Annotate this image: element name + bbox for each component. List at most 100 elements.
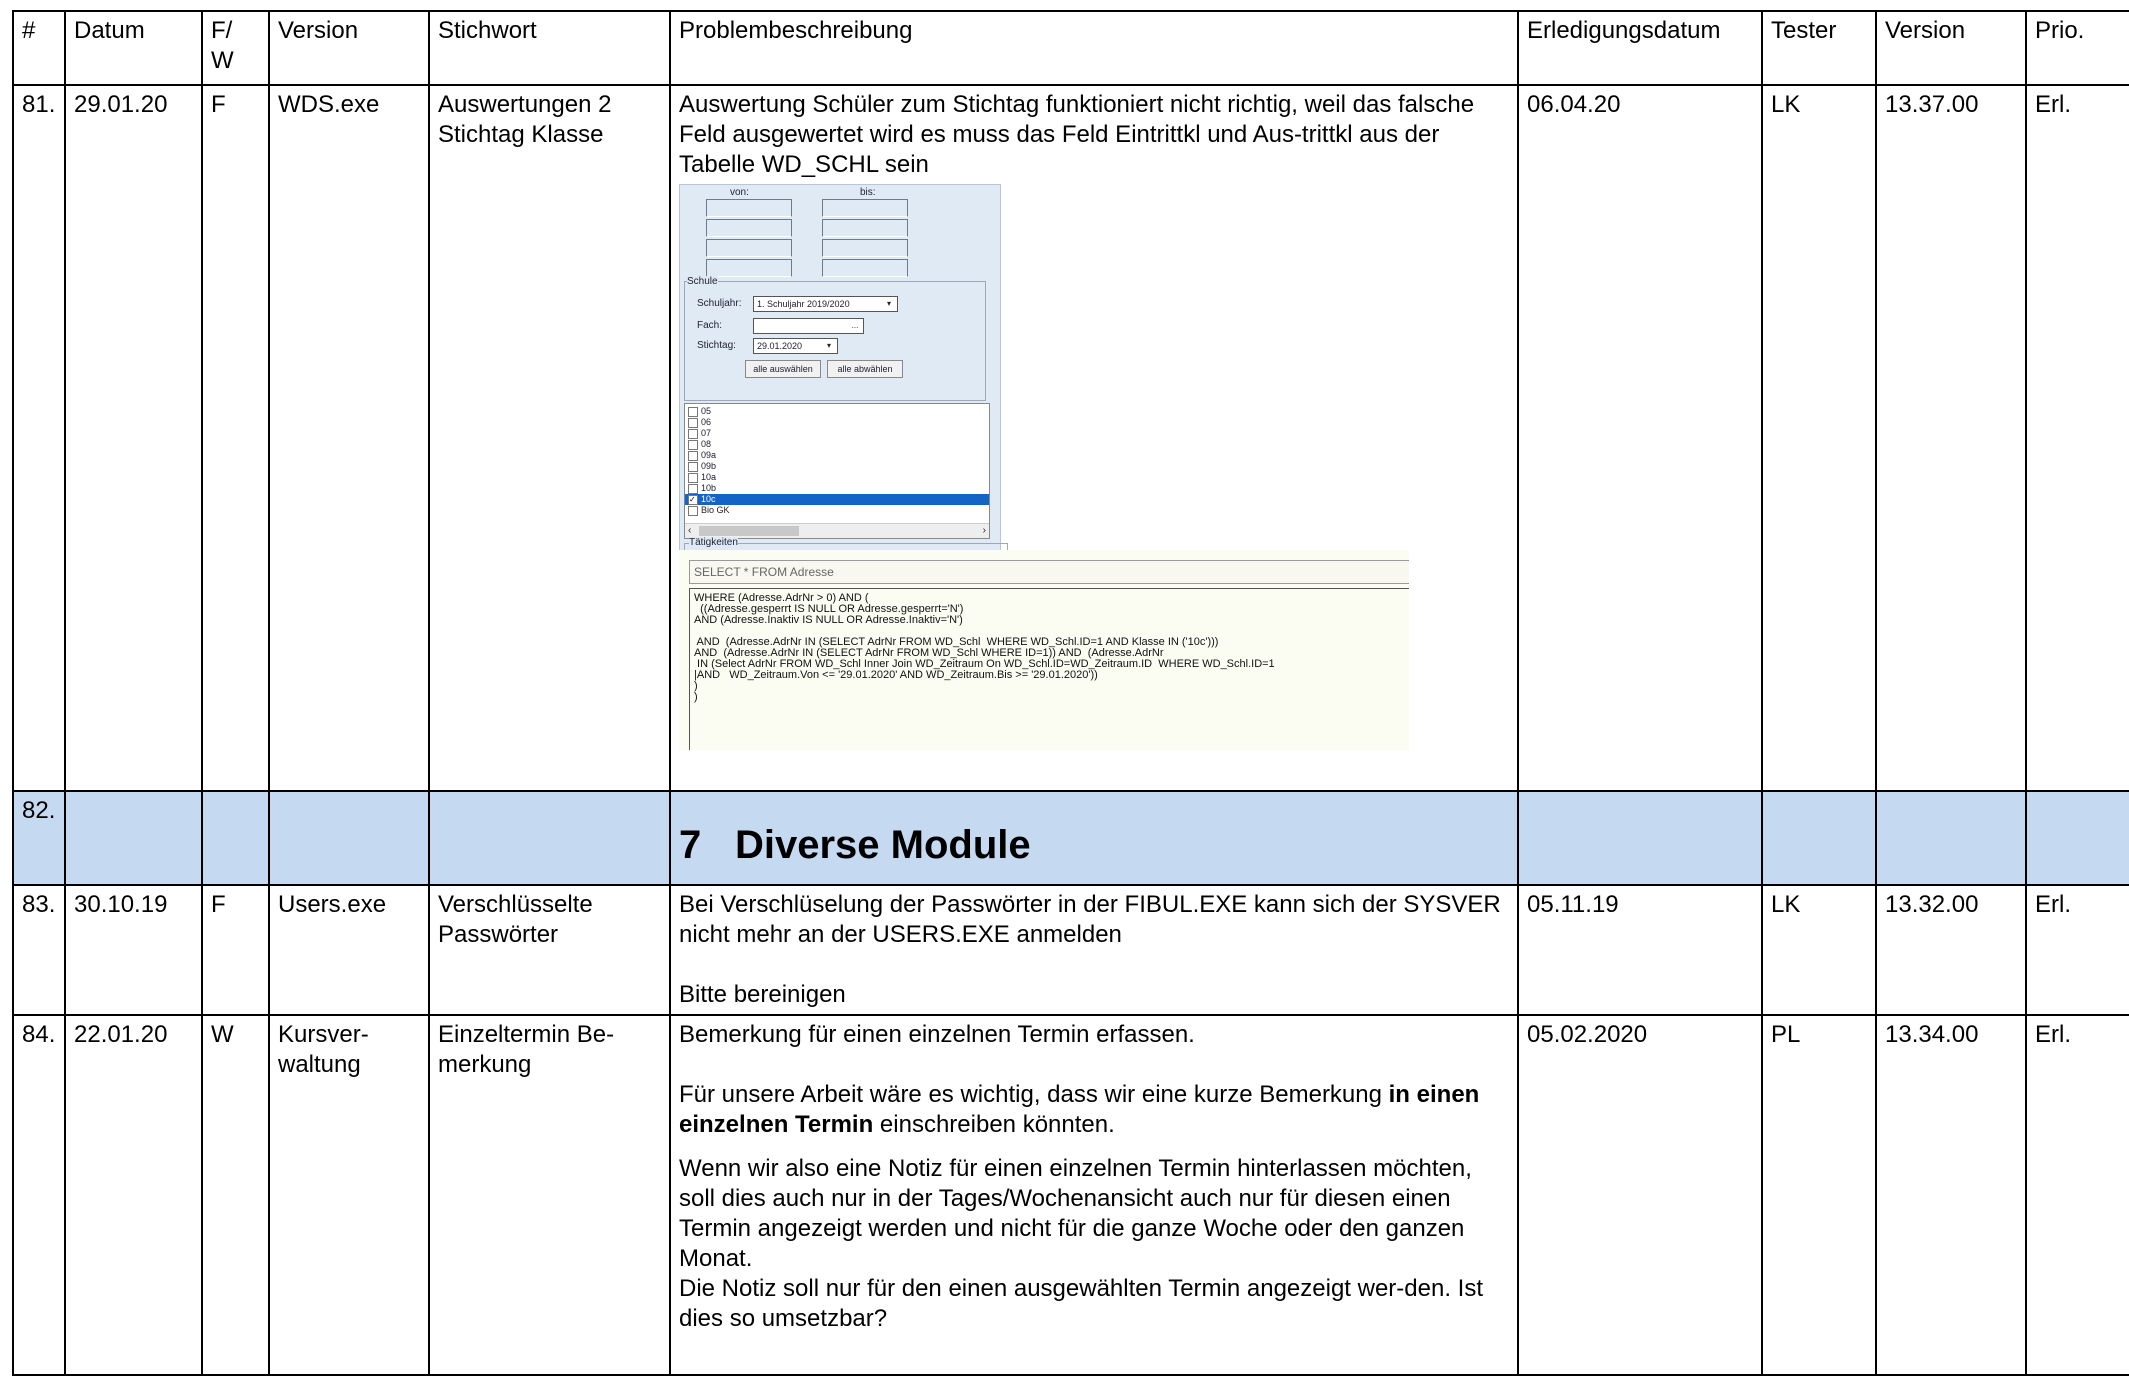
- checkbox-icon[interactable]: [688, 462, 698, 472]
- schuljahr-select[interactable]: 1. Schuljahr 2019/2020 ▾: [753, 296, 898, 312]
- col-header-done-date: Erledigungsdatum: [1517, 10, 1763, 86]
- cell-version: WDS.exe: [268, 84, 430, 792]
- cell-keyword: Einzeltermin Be-merkung: [428, 1014, 671, 1376]
- chevron-down-icon: ▾: [886, 299, 891, 308]
- cell-done-date: 05.02.2020: [1517, 1014, 1763, 1376]
- cell-fw: F: [201, 84, 270, 792]
- von-field-4[interactable]: [706, 259, 792, 277]
- class-list-label: 09a: [701, 450, 717, 460]
- class-list-label: Bio GK: [701, 505, 730, 515]
- col-header-version2: Version: [1875, 10, 2027, 86]
- sql-where-text[interactable]: WHERE (Adresse.AdrNr > 0) AND ( ((Adress…: [689, 588, 1409, 750]
- section-heading-text: Diverse Module: [735, 823, 1031, 867]
- bis-field-3[interactable]: [822, 239, 908, 257]
- cell-number: 81.: [12, 84, 66, 792]
- stichtag-select[interactable]: 29.01.2020 ▾: [753, 338, 838, 354]
- checkbox-icon[interactable]: [688, 506, 698, 516]
- class-list-item[interactable]: 10b: [685, 483, 989, 494]
- class-list-item[interactable]: 09b: [685, 461, 989, 472]
- cell-number: 82.: [12, 790, 66, 886]
- von-field-3[interactable]: [706, 239, 792, 257]
- table-row: 81. 29.01.20 F WDS.exe Auswertungen 2 St…: [12, 84, 2129, 792]
- issue-table: # Datum F/ W Version Stichwort Problembe…: [12, 10, 2129, 1376]
- cell-problem: Bemerkung für einen einzelnen Termin erf…: [669, 1014, 1519, 1376]
- cell-problem: Bei Verschlüselung der Passwörter in der…: [669, 884, 1519, 1016]
- checkbox-icon[interactable]: [688, 440, 698, 450]
- scroll-right-icon[interactable]: ›: [983, 524, 986, 538]
- problem-text: Wenn wir also eine Notiz für einen einze…: [679, 1155, 1472, 1272]
- checkbox-checked-icon[interactable]: ✓: [688, 495, 698, 505]
- von-label: von:: [730, 187, 749, 198]
- cell-number: 84.: [12, 1014, 66, 1376]
- class-list-label: 05: [701, 406, 712, 416]
- problem-text: Bitte bereinigen: [679, 981, 846, 1008]
- cell-fw: W: [201, 1014, 270, 1376]
- bis-field-1[interactable]: [822, 199, 908, 217]
- cell-version: Kursver-waltung: [268, 1014, 430, 1376]
- cell-fw: F: [201, 884, 270, 1016]
- cell-done-date: 06.04.20: [1517, 84, 1763, 792]
- class-list-item[interactable]: 06: [685, 417, 989, 428]
- cell-version: Users.exe: [268, 884, 430, 1016]
- col-header-date: Datum: [64, 10, 203, 86]
- cell-date: 22.01.20: [64, 1014, 203, 1376]
- cell-tester: LK: [1761, 84, 1877, 792]
- checkbox-icon[interactable]: [688, 451, 698, 461]
- section-row: 82. 7 Diverse Module: [12, 790, 2129, 886]
- problem-text: Bemerkung für einen einzelnen Termin erf…: [679, 1021, 1195, 1048]
- cell-priority: Erl.: [2025, 1014, 2129, 1376]
- cell-date: 29.01.20: [64, 84, 203, 792]
- problem-text: Bei Verschlüselung der Passwörter in der…: [679, 891, 1501, 948]
- sql-panel: SELECT * FROM Adresse WHERE (Adresse.Adr…: [679, 550, 1409, 750]
- checkbox-icon[interactable]: [688, 473, 698, 483]
- problem-text-part: einschreiben könnten.: [873, 1111, 1115, 1138]
- von-field-1[interactable]: [706, 199, 792, 217]
- select-all-button[interactable]: alle auswählen: [745, 360, 821, 378]
- problem-text: Die Notiz soll nur für den einen ausgewä…: [679, 1275, 1483, 1332]
- bis-field-2[interactable]: [822, 219, 908, 237]
- schuljahr-label: Schuljahr:: [697, 298, 742, 309]
- fach-browse-button[interactable]: ...: [849, 320, 861, 332]
- class-list-item[interactable]: 09a: [685, 450, 989, 461]
- table-header-row: # Datum F/ W Version Stichwort Problembe…: [12, 10, 2129, 86]
- class-list-item[interactable]: 08: [685, 439, 989, 450]
- col-header-problem: Problembeschreibung: [669, 10, 1519, 86]
- cell-keyword: Verschlüsselte Passwörter: [428, 884, 671, 1016]
- horizontal-scrollbar[interactable]: ‹ ›: [685, 523, 989, 538]
- scroll-left-icon[interactable]: ‹: [688, 524, 691, 538]
- col-header-keyword: Stichwort: [428, 10, 671, 86]
- class-list-label: 09b: [701, 461, 717, 471]
- bis-field-4[interactable]: [822, 259, 908, 277]
- cell-keyword: Auswertungen 2 Stichtag Klasse: [428, 84, 671, 792]
- checkbox-icon[interactable]: [688, 418, 698, 428]
- class-list[interactable]: 05 06 07 08 09a 09b 10a 10b ✓ 10c Bio GK ‹ ›: [684, 403, 990, 539]
- section-heading: 7 Diverse Module: [679, 822, 1509, 868]
- class-list-item[interactable]: ✓ 10c: [685, 494, 989, 505]
- checkbox-icon[interactable]: [688, 484, 698, 494]
- checkbox-icon[interactable]: [688, 429, 698, 439]
- class-list-item[interactable]: 10a: [685, 472, 989, 483]
- cell-number: 83.: [12, 884, 66, 1016]
- sql-select-field[interactable]: SELECT * FROM Adresse: [689, 560, 1409, 584]
- stichtag-label: Stichtag:: [697, 340, 736, 351]
- chevron-down-icon: ▾: [826, 341, 831, 350]
- problem-text: Auswertung Schüler zum Stichtag funktion…: [679, 91, 1475, 178]
- class-list-item[interactable]: 05: [685, 406, 989, 417]
- cell-priority: Erl.: [2025, 84, 2129, 792]
- schule-group: Schule Schuljahr: 1. Schuljahr 2019/2020…: [684, 276, 986, 401]
- fach-field[interactable]: ...: [753, 318, 864, 334]
- embedded-screenshot: von: bis: Schule Schuljahr: 1. Schuljahr…: [679, 184, 1409, 750]
- class-list-item[interactable]: Bio GK: [685, 505, 989, 516]
- cell-version2: 13.34.00: [1875, 1014, 2027, 1376]
- cell-priority: Erl.: [2025, 884, 2129, 1016]
- problem-text: Für unsere Arbeit wäre es wichtig, dass …: [679, 1080, 1509, 1140]
- von-field-2[interactable]: [706, 219, 792, 237]
- class-list-item[interactable]: 07: [685, 428, 989, 439]
- class-list-label: 10c: [701, 494, 716, 504]
- col-header-number: #: [12, 10, 66, 86]
- deselect-all-button[interactable]: alle abwählen: [827, 360, 903, 378]
- problem-text-part: Für unsere Arbeit wäre es wichtig, dass …: [679, 1081, 1389, 1108]
- checkbox-icon[interactable]: [688, 407, 698, 417]
- class-list-label: 10b: [701, 483, 717, 493]
- scroll-thumb[interactable]: [699, 526, 799, 536]
